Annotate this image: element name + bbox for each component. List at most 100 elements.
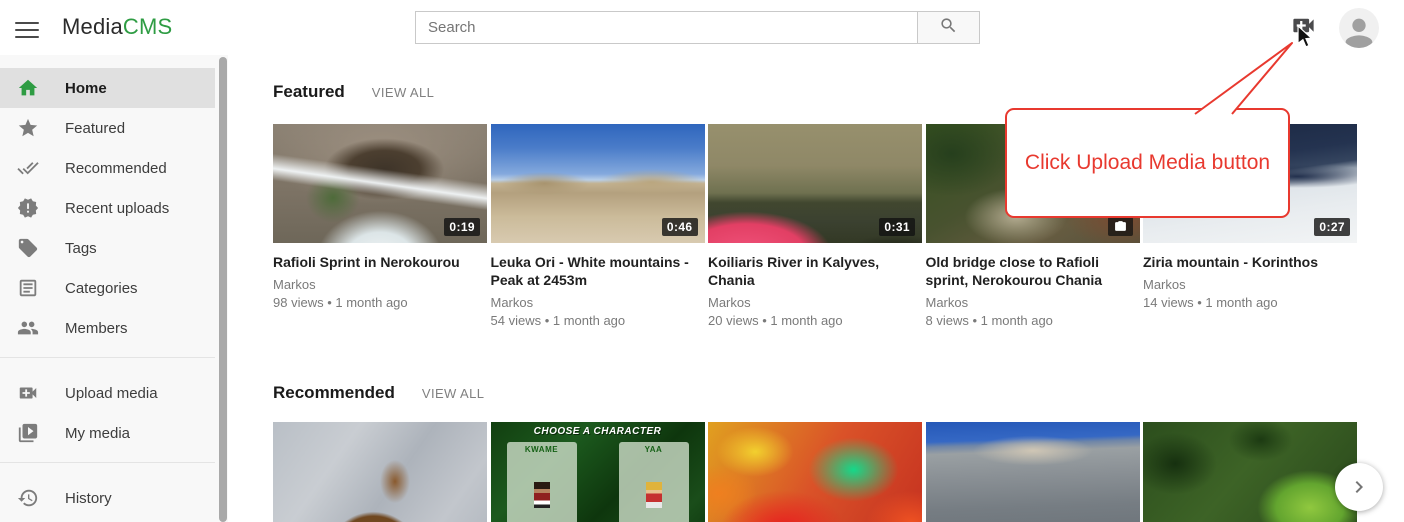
history-icon bbox=[17, 487, 39, 509]
new-releases-icon bbox=[17, 197, 39, 219]
video-meta: 20 views • 1 month ago bbox=[708, 312, 922, 330]
camera-icon bbox=[1114, 220, 1127, 233]
sidebar-divider bbox=[0, 357, 215, 358]
home-icon bbox=[17, 77, 39, 99]
media-card bbox=[273, 422, 487, 522]
logo-media: Media bbox=[62, 14, 123, 39]
menu-icon[interactable] bbox=[15, 17, 41, 39]
sidebar-scrollbar[interactable] bbox=[219, 57, 227, 522]
video-author[interactable]: Markos bbox=[273, 276, 487, 294]
sidebar-item-recent-uploads[interactable]: Recent uploads bbox=[0, 188, 215, 228]
media-card: 0:46 Leuka Ori - White mountains - Peak … bbox=[491, 124, 705, 330]
sidebar-item-upload-media[interactable]: Upload media bbox=[0, 373, 215, 413]
video-meta: 98 views • 1 month ago bbox=[273, 294, 487, 312]
video-title[interactable]: Koiliaris River in Kalyves, Chania bbox=[708, 253, 922, 289]
thumbnail-art-title: CHOOSE A CHARACTER bbox=[491, 426, 705, 437]
video-author[interactable]: Markos bbox=[1143, 276, 1357, 294]
video-library-icon bbox=[17, 422, 39, 444]
sidebar-item-label: Recommended bbox=[65, 160, 167, 177]
star-icon bbox=[17, 117, 39, 139]
view-all-link[interactable]: VIEW ALL bbox=[422, 386, 484, 401]
search-input[interactable] bbox=[415, 11, 917, 44]
video-title[interactable]: Ziria mountain - Korinthos bbox=[1143, 253, 1357, 271]
sidebar-item-history[interactable]: History bbox=[0, 478, 215, 518]
video-meta: 8 views • 1 month ago bbox=[926, 312, 1140, 330]
video-meta: 54 views • 1 month ago bbox=[491, 312, 705, 330]
sidebar-item-label: My media bbox=[65, 425, 130, 442]
person-icon bbox=[1339, 12, 1379, 48]
thumbnail-art-character bbox=[534, 482, 550, 508]
video-thumbnail[interactable] bbox=[926, 422, 1140, 522]
video-thumbnail[interactable]: 0:31 bbox=[708, 124, 922, 243]
sidebar-item-label: Home bbox=[65, 80, 107, 97]
thumbnail-art-panel: KWAME bbox=[507, 442, 577, 522]
thumbnail-art-character bbox=[646, 482, 662, 508]
search-button[interactable] bbox=[917, 11, 980, 44]
duration-badge: 0:31 bbox=[879, 218, 915, 236]
video-thumbnail[interactable]: 0:19 bbox=[273, 124, 487, 243]
sidebar-item-home[interactable]: Home bbox=[0, 68, 215, 108]
recommended-section-header: Recommended VIEW ALL bbox=[273, 383, 484, 403]
thumbnail-art-panel: YAA bbox=[619, 442, 689, 522]
sidebar-item-label: Categories bbox=[65, 280, 138, 297]
sidebar-item-my-media[interactable]: My media bbox=[0, 413, 215, 453]
search-bar bbox=[415, 11, 980, 44]
video-thumbnail[interactable] bbox=[708, 422, 922, 522]
carousel-next-button[interactable] bbox=[1335, 463, 1383, 511]
video-title[interactable]: Old bridge close to Rafioli sprint, Nero… bbox=[926, 253, 1140, 289]
thumbnail-art-name: KWAME bbox=[507, 445, 577, 454]
section-title: Featured bbox=[273, 82, 345, 102]
recommended-row: CHOOSE A CHARACTER KWAME YAA Selected Se… bbox=[273, 422, 1357, 522]
chevron-right-icon bbox=[1347, 475, 1371, 499]
media-card bbox=[926, 422, 1140, 522]
sidebar-item-categories[interactable]: Categories bbox=[0, 268, 215, 308]
video-title[interactable]: Rafioli Sprint in Nerokourou bbox=[273, 253, 487, 271]
duration-badge: 0:27 bbox=[1314, 218, 1350, 236]
media-card bbox=[1143, 422, 1357, 522]
search-icon bbox=[939, 16, 958, 40]
logo-cms: CMS bbox=[123, 14, 173, 39]
annotation-text: Click Upload Media button bbox=[1025, 151, 1270, 175]
members-icon bbox=[17, 317, 39, 339]
sidebar-item-label: Tags bbox=[65, 240, 97, 257]
video-author[interactable]: Markos bbox=[491, 294, 705, 312]
duration-badge: 0:19 bbox=[444, 218, 480, 236]
video-thumbnail[interactable]: 0:46 bbox=[491, 124, 705, 243]
sidebar-item-recommended[interactable]: Recommended bbox=[0, 148, 215, 188]
duration-badge: 0:46 bbox=[662, 218, 698, 236]
sidebar: Home Featured Recommended Recent uploads… bbox=[0, 55, 228, 522]
section-title: Recommended bbox=[273, 383, 395, 403]
thumbnail-art-name: YAA bbox=[619, 445, 689, 454]
media-card bbox=[708, 422, 922, 522]
media-card: 0:19 Rafioli Sprint in Nerokourou Markos… bbox=[273, 124, 487, 330]
featured-section-header: Featured VIEW ALL bbox=[273, 82, 434, 102]
sidebar-item-label: Members bbox=[65, 320, 128, 337]
sidebar-item-label: Featured bbox=[65, 120, 125, 137]
user-avatar[interactable] bbox=[1339, 8, 1379, 48]
sidebar-divider bbox=[0, 462, 215, 463]
video-author[interactable]: Markos bbox=[926, 294, 1140, 312]
sidebar-item-label: Recent uploads bbox=[65, 200, 169, 217]
logo[interactable]: MediaCMS bbox=[62, 14, 172, 40]
video-thumbnail[interactable]: CHOOSE A CHARACTER KWAME YAA Selected Se… bbox=[491, 422, 705, 522]
done-all-icon bbox=[17, 157, 39, 179]
video-thumbnail[interactable] bbox=[1143, 422, 1357, 522]
media-card: CHOOSE A CHARACTER KWAME YAA Selected Se… bbox=[491, 422, 705, 522]
top-bar: MediaCMS bbox=[0, 0, 1404, 55]
mouse-cursor bbox=[1296, 26, 1314, 53]
sidebar-item-label: History bbox=[65, 490, 112, 507]
video-thumbnail[interactable] bbox=[273, 422, 487, 522]
sidebar-item-tags[interactable]: Tags bbox=[0, 228, 215, 268]
camera-badge bbox=[1108, 217, 1133, 236]
categories-icon bbox=[17, 277, 39, 299]
video-meta: 14 views • 1 month ago bbox=[1143, 294, 1357, 312]
sidebar-item-featured[interactable]: Featured bbox=[0, 108, 215, 148]
upload-media-icon bbox=[17, 382, 39, 404]
sidebar-item-label: Upload media bbox=[65, 385, 158, 402]
annotation-callout: Click Upload Media button bbox=[1005, 108, 1290, 218]
media-card: 0:31 Koiliaris River in Kalyves, Chania … bbox=[708, 124, 922, 330]
video-author[interactable]: Markos bbox=[708, 294, 922, 312]
sidebar-item-members[interactable]: Members bbox=[0, 308, 215, 348]
video-title[interactable]: Leuka Ori - White mountains - Peak at 24… bbox=[491, 253, 705, 289]
view-all-link[interactable]: VIEW ALL bbox=[372, 85, 434, 100]
